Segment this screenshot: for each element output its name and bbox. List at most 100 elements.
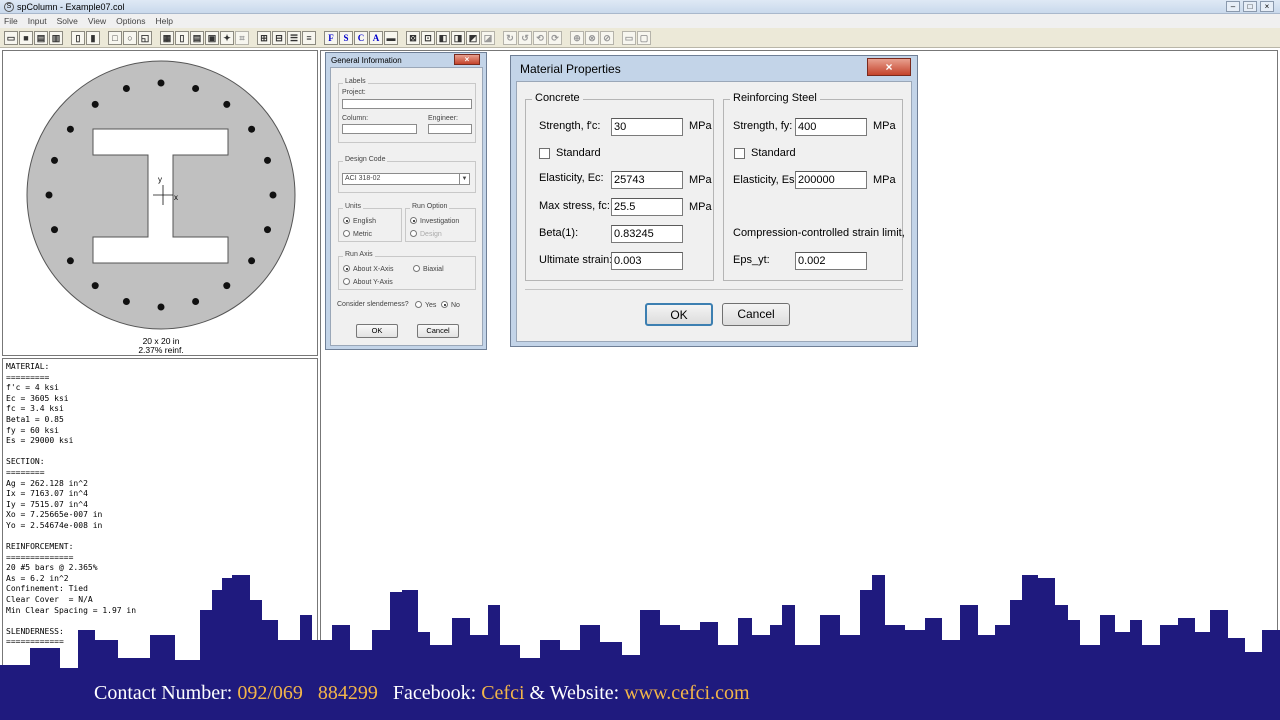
window2-icon[interactable]: ▢	[637, 30, 651, 45]
page2-icon[interactable]: ▮	[86, 30, 100, 45]
ec-unit: MPa	[689, 174, 712, 186]
gi-project-input[interactable]	[342, 99, 472, 109]
gi-design-code-select[interactable]: ACI 318-02 ▼	[342, 173, 470, 185]
max-stress-input[interactable]: 25.5	[611, 198, 683, 216]
pointer-icon[interactable]: ✦	[220, 30, 234, 45]
gi-biaxial-radio[interactable]: Biaxial	[413, 265, 444, 273]
window-title: spColumn - Example07.col	[17, 1, 125, 12]
mp-close-icon[interactable]: ×	[867, 58, 911, 76]
ec-input[interactable]: 25743	[611, 171, 683, 189]
es-unit: MPa	[873, 174, 896, 186]
concrete-standard-checkbox[interactable]	[539, 148, 550, 159]
grid3-icon[interactable]: ▤	[190, 30, 204, 45]
fc-label: Strength, f'c:	[539, 120, 601, 132]
mp-cancel-button[interactable]: Cancel	[722, 303, 790, 326]
rotate2-icon[interactable]: ↺	[518, 30, 532, 45]
eps-yt-input[interactable]: 0.002	[795, 252, 867, 270]
rotate4-icon[interactable]: ⟳	[548, 30, 562, 45]
gi-engineer-input[interactable]	[428, 124, 472, 134]
es-input[interactable]: 200000	[795, 171, 867, 189]
gi-slenderness-no-radio[interactable]: No	[441, 301, 460, 309]
gi-units-metric-radio[interactable]: Metric	[343, 230, 372, 238]
align4-icon[interactable]: ≡	[302, 30, 316, 45]
view3-icon[interactable]: ⊘	[600, 30, 614, 45]
rebar	[192, 298, 200, 305]
results-line: Ix = 7163.07 in^4	[6, 489, 88, 499]
diagram2-icon[interactable]: ⊡	[421, 30, 435, 45]
rebar	[51, 156, 58, 164]
toolbar-letter-f[interactable]: F	[324, 30, 338, 45]
gi-investigation-radio[interactable]: Investigation	[410, 217, 459, 225]
rotate1-icon[interactable]: ↻	[503, 30, 517, 45]
rotate3-icon[interactable]: ⟲	[533, 30, 547, 45]
chevron-down-icon[interactable]: ▼	[459, 174, 469, 184]
toolbar-letter-c[interactable]: C	[354, 30, 368, 45]
results-line: Beta1 = 0.85	[6, 414, 64, 424]
results-line: Iy = 7515.07 in^4	[6, 499, 88, 509]
steel-standard-checkbox[interactable]	[734, 148, 745, 159]
open-icon[interactable]: ▭	[4, 30, 18, 45]
es-label: Elasticity, Es:	[733, 174, 798, 186]
gi-cancel-button[interactable]: Cancel	[417, 324, 459, 338]
results-line	[6, 447, 314, 458]
page-icon[interactable]: ▯	[71, 30, 85, 45]
view2-icon[interactable]: ⊗	[585, 30, 599, 45]
gi-about-y-radio[interactable]: About Y-Axis	[343, 278, 393, 286]
menu-input[interactable]: Input	[28, 16, 47, 26]
ec-label: Elasticity, Ec:	[539, 172, 604, 184]
irregular-section-icon[interactable]: ◱	[138, 30, 152, 45]
diagram1-icon[interactable]: ⊠	[406, 30, 420, 45]
gi-column-input[interactable]	[342, 124, 417, 134]
align2-icon[interactable]: ⊟	[272, 30, 286, 45]
menu-options[interactable]: Options	[116, 16, 145, 26]
align1-icon[interactable]: ⊞	[257, 30, 271, 45]
grid2-icon[interactable]: ▯	[175, 30, 189, 45]
fy-input[interactable]: 400	[795, 118, 867, 136]
mp-titlebar: Material Properties	[511, 56, 917, 82]
rect-section-icon[interactable]: □	[108, 30, 122, 45]
diagram3-icon[interactable]: ◧	[436, 30, 450, 45]
toolbar-letter-a[interactable]: A	[369, 30, 383, 45]
zoom-icon[interactable]: ⌗	[235, 30, 249, 45]
results-line: f'c = 4 ksi	[6, 383, 59, 393]
window1-icon[interactable]: ▭	[622, 30, 636, 45]
steel-legend: Reinforcing Steel	[730, 92, 820, 104]
diagram6-icon[interactable]: ◪	[481, 30, 495, 45]
website-value[interactable]: www.cefci.com	[624, 682, 749, 704]
menu-solve[interactable]: Solve	[57, 16, 78, 26]
gi-close-icon[interactable]: ×	[454, 54, 480, 65]
grid4-icon[interactable]: ▣	[205, 30, 219, 45]
ultimate-strain-input[interactable]: 0.003	[611, 252, 683, 270]
toolbar-letter-s[interactable]: S	[339, 30, 353, 45]
minimize-button[interactable]: –	[1226, 1, 1240, 12]
align3-icon[interactable]: ☰	[287, 30, 301, 45]
menu-view[interactable]: View	[88, 16, 106, 26]
close-window-button[interactable]: ×	[1260, 1, 1274, 12]
circle-section-icon[interactable]: ○	[123, 30, 137, 45]
maximize-button[interactable]: □	[1243, 1, 1257, 12]
mp-body: Concrete Strength, f'c: 30 MPa Standard …	[516, 81, 912, 342]
menu-file[interactable]: File	[4, 16, 18, 26]
contact-phone: 092/069 884299	[237, 682, 378, 704]
gi-units-english-radio[interactable]: English	[343, 217, 376, 225]
gi-about-x-radio[interactable]: About X-Axis	[343, 265, 393, 273]
gi-ok-button[interactable]: OK	[356, 324, 398, 338]
print-icon[interactable]: ▤	[34, 30, 48, 45]
menu-help[interactable]: Help	[155, 16, 172, 26]
diagram4-icon[interactable]: ◨	[451, 30, 465, 45]
scale-icon[interactable]: ▬	[384, 30, 398, 45]
diagram5-icon[interactable]: ◩	[466, 30, 480, 45]
gi-slenderness-yes-radio[interactable]: Yes	[415, 301, 436, 309]
gi-design-radio[interactable]: Design	[410, 230, 442, 238]
fc-input[interactable]: 30	[611, 118, 683, 136]
gi-units-legend: Units	[343, 203, 363, 210]
view1-icon[interactable]: ⊕	[570, 30, 584, 45]
print-preview-icon[interactable]: ▥	[49, 30, 63, 45]
gi-run-option-group: Run Option Investigation Design	[405, 203, 476, 242]
mp-ok-button[interactable]: OK	[645, 303, 713, 326]
gi-run-axis-legend: Run Axis	[343, 251, 375, 258]
beta1-input[interactable]: 0.83245	[611, 225, 683, 243]
save-icon[interactable]: ■	[19, 30, 33, 45]
grid1-icon[interactable]: ▦	[160, 30, 174, 45]
axis-x-label: x	[174, 193, 178, 202]
